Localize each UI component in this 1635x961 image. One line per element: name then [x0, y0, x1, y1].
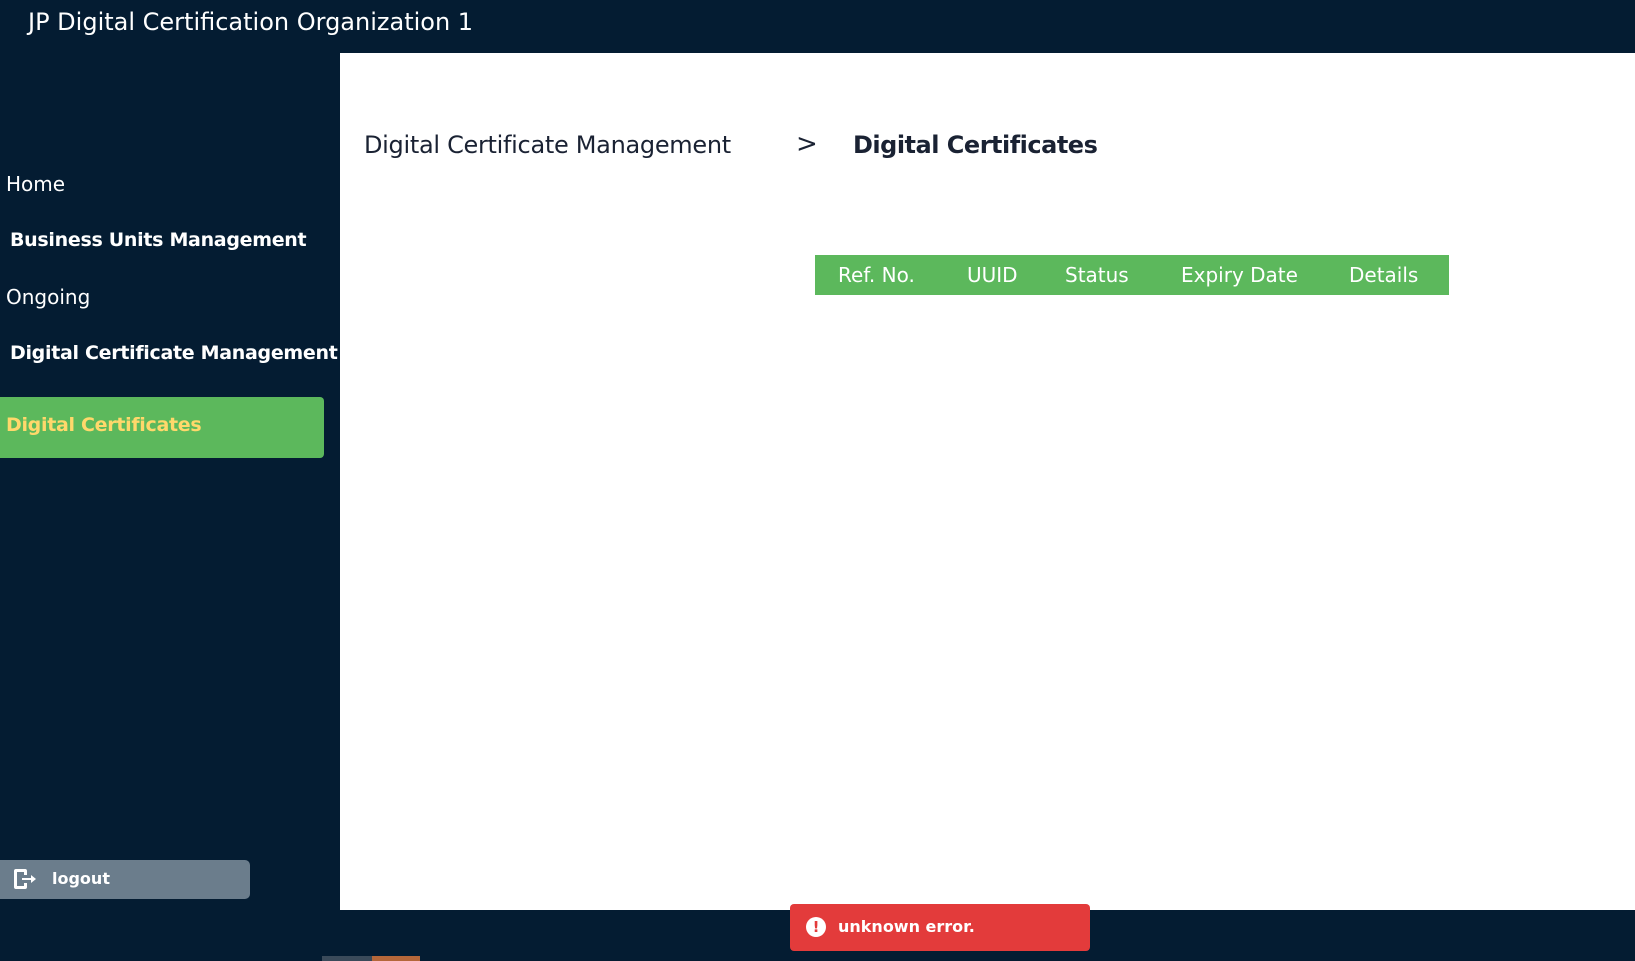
- breadcrumb-parent[interactable]: Digital Certificate Management: [364, 131, 731, 159]
- exclamation-circle-icon: !: [806, 917, 826, 937]
- breadcrumb-separator: >: [796, 129, 818, 159]
- sidebar-item-label: Digital Certificates: [6, 414, 202, 436]
- top-bar: JP Digital Certification Organization 1: [0, 0, 1635, 53]
- column-header-details[interactable]: Details: [1349, 263, 1418, 287]
- bottom-strip-segment: [372, 956, 420, 961]
- breadcrumb-current: Digital Certificates: [853, 131, 1098, 159]
- error-toast[interactable]: ! unknown error.: [790, 904, 1090, 951]
- sidebar-section-digital-certificate-management[interactable]: Digital Certificate Management: [10, 342, 338, 364]
- main-content: Digital Certificate Management > Digital…: [340, 53, 1635, 910]
- logout-icon: [12, 868, 38, 890]
- toast-message: unknown error.: [838, 917, 975, 936]
- column-header-ref-no[interactable]: Ref. No.: [838, 263, 915, 287]
- column-header-uuid[interactable]: UUID: [967, 263, 1018, 287]
- sidebar-section-business-units-management[interactable]: Business Units Management: [10, 229, 307, 251]
- sidebar: Home Business Units Management Ongoing D…: [0, 53, 340, 961]
- app-title: JP Digital Certification Organization 1: [28, 8, 474, 36]
- sidebar-item-digital-certificates[interactable]: Digital Certificates: [0, 397, 324, 458]
- sidebar-item-home[interactable]: Home: [6, 172, 65, 196]
- column-header-status[interactable]: Status: [1065, 263, 1129, 287]
- bottom-strip-segment: [322, 956, 372, 961]
- column-header-expiry-date[interactable]: Expiry Date: [1181, 263, 1298, 287]
- certificates-table-header: Ref. No. UUID Status Expiry Date Details: [815, 255, 1449, 295]
- logout-button[interactable]: logout: [0, 860, 250, 899]
- logout-label: logout: [52, 869, 110, 888]
- bottom-strip: [322, 956, 420, 961]
- sidebar-item-ongoing[interactable]: Ongoing: [6, 285, 90, 309]
